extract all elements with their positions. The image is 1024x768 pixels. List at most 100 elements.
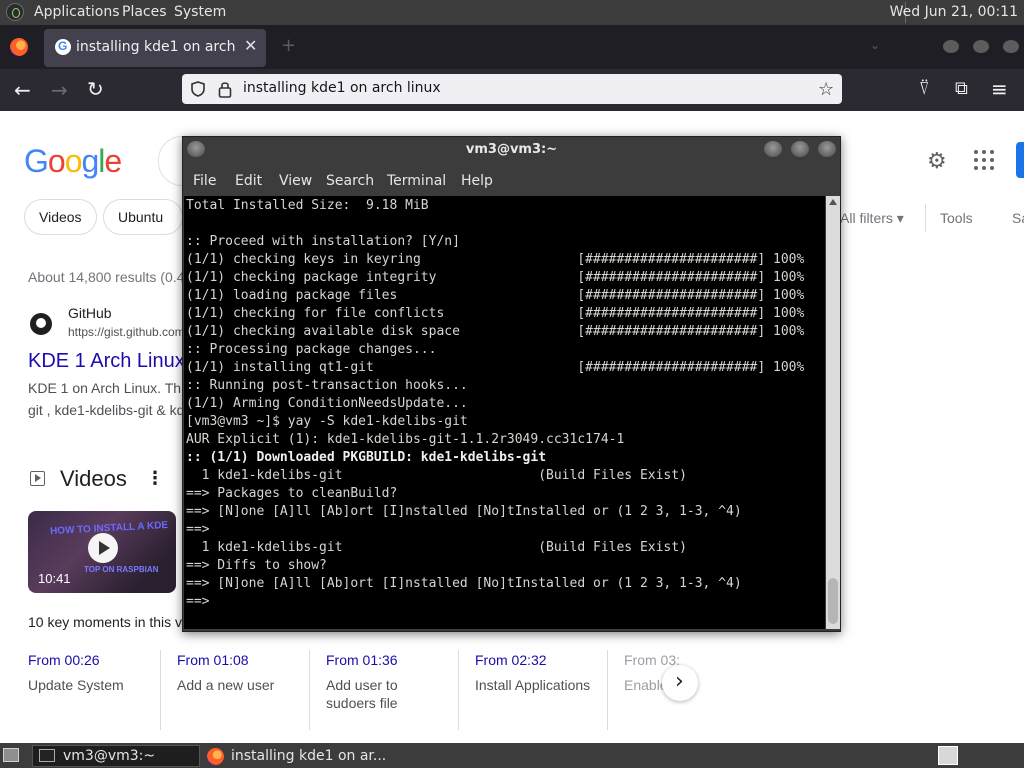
thumbnail-caption: TOP ON RASPBIAN xyxy=(84,565,159,574)
moment-divider xyxy=(458,650,459,730)
sign-in-button[interactable] xyxy=(1016,142,1024,178)
moment-time[interactable]: From 02:32 xyxy=(475,652,547,668)
terminal-line: ==> xyxy=(186,522,210,537)
lock-icon[interactable] xyxy=(218,80,232,98)
terminal-line: [vm3@vm3 ~]$ yay -S kde1-kdelibs-git xyxy=(186,414,468,429)
terminal-line: ==> [N]one [A]ll [Ab]ort [I]nstalled [No… xyxy=(186,576,742,591)
window-close-button[interactable] xyxy=(1003,40,1019,53)
window-maximize-button[interactable] xyxy=(973,40,989,53)
result-snippet: git , kde1-kdelibs-git & kd xyxy=(28,402,185,418)
terminal-line: (1/1) checking package integrity [######… xyxy=(186,270,805,285)
new-tab-button[interactable]: + xyxy=(281,35,296,56)
moment-label[interactable]: Update System xyxy=(28,676,148,694)
forward-button[interactable]: → xyxy=(51,78,68,102)
system-menu[interactable]: System xyxy=(174,4,226,20)
terminal-lines: Total Installed Size: 9.18 MiB :: Procee… xyxy=(186,197,804,611)
terminal-minimize-button[interactable] xyxy=(764,141,782,157)
terminal-menu-file[interactable]: File xyxy=(193,173,216,189)
next-arrow-icon[interactable] xyxy=(662,665,698,701)
google-apps-icon[interactable] xyxy=(973,149,995,171)
moment-time[interactable]: From 01:36 xyxy=(326,652,398,668)
terminal-menu-help[interactable]: Help xyxy=(461,173,493,189)
terminal-output[interactable]: Total Installed Size: 9.18 MiB :: Procee… xyxy=(184,196,825,629)
moment-divider xyxy=(607,650,608,730)
terminal-line: (1/1) checking available disk space [###… xyxy=(186,324,805,339)
terminal-close-button[interactable] xyxy=(818,141,836,157)
key-moments-label: 10 key moments in this v xyxy=(28,614,183,630)
shield-icon[interactable] xyxy=(191,81,205,97)
moment-label[interactable]: Add user to sudoers file xyxy=(326,676,436,712)
pocket-icon[interactable]: ⍢ xyxy=(919,78,930,99)
terminal-line: (1/1) Arming ConditionNeedsUpdate... xyxy=(186,396,468,411)
window-minimize-button[interactable] xyxy=(943,40,959,53)
video-play-icon xyxy=(30,471,45,486)
settings-gear-icon[interactable]: ⚙ xyxy=(927,149,947,174)
result-title-link[interactable]: KDE 1 Arch Linux xyxy=(28,350,185,373)
places-menu[interactable]: Places xyxy=(122,4,167,20)
terminal-menu-search[interactable]: Search xyxy=(326,173,374,189)
terminal-line: 1 kde1-kdelibs-git (Build Files Exist) xyxy=(186,468,687,483)
terminal-line: (1/1) checking keys in keyring [########… xyxy=(186,252,805,267)
terminal-line: (1/1) checking for file conflicts [#####… xyxy=(186,306,805,321)
more-options-icon[interactable]: ⋮ xyxy=(146,468,164,489)
app-menu-icon[interactable]: ≡ xyxy=(991,77,1008,101)
play-button-icon[interactable] xyxy=(88,533,118,563)
github-favicon-icon xyxy=(30,313,52,335)
moment-label[interactable]: Install Applications xyxy=(475,676,605,694)
safesearch-button[interactable]: Sa xyxy=(1012,210,1024,226)
toolbar-divider xyxy=(925,204,926,232)
terminal-scrollbar[interactable] xyxy=(826,196,840,629)
results-stats: About 14,800 results (0.4 xyxy=(28,269,185,285)
tab-title: installing kde1 on arch linux xyxy=(76,39,236,55)
terminal-line: :: Running post-transaction hooks... xyxy=(186,378,468,393)
tab-close-button[interactable]: ✕ xyxy=(244,36,257,55)
terminal-line: ==> Packages to cleanBuild? xyxy=(186,486,398,501)
gnome-foot-icon[interactable] xyxy=(6,3,24,21)
reload-button[interactable]: ↻ xyxy=(87,77,104,101)
chip-videos[interactable]: Videos xyxy=(24,199,97,235)
terminal-line: :: Proceed with installation? [Y/n] xyxy=(186,234,460,249)
terminal-menu-edit[interactable]: Edit xyxy=(235,173,262,189)
terminal-line: ==> [N]one [A]ll [Ab]ort [I]nstalled [No… xyxy=(186,504,742,519)
moment-time[interactable]: From 00:26 xyxy=(28,652,100,668)
logo-letter: g xyxy=(81,143,99,179)
terminal-line: (1/1) installing qt1-git [##############… xyxy=(186,360,805,375)
workspace-switcher[interactable] xyxy=(938,746,958,765)
logo-letter: G xyxy=(24,143,49,179)
chip-ubuntu[interactable]: Ubuntu xyxy=(103,199,183,235)
logo-letter: o xyxy=(64,143,83,179)
firefox-view-icon[interactable] xyxy=(10,38,28,56)
taskbar-item-label[interactable]: installing kde1 on ar... xyxy=(231,748,386,764)
scroll-up-arrow-icon[interactable] xyxy=(829,199,837,205)
panel-clock[interactable]: Wed Jun 21, 00:11 xyxy=(890,4,1018,20)
taskbar-item-label[interactable]: vm3@vm3:~ xyxy=(63,748,155,764)
show-desktop-icon[interactable] xyxy=(3,748,19,762)
moment-label[interactable]: Add a new user xyxy=(177,676,297,694)
terminal-title: vm3@vm3:~ xyxy=(465,142,558,157)
bookmark-star-icon[interactable]: ☆ xyxy=(818,79,834,100)
result-url[interactable]: https://gist.github.com xyxy=(68,325,185,339)
terminal-scrollbar-thumb[interactable] xyxy=(828,578,838,624)
tab-list-chevron-icon[interactable]: ⌄ xyxy=(870,38,880,52)
tools-button[interactable]: Tools xyxy=(940,210,973,226)
terminal-line: :: (1/1) Downloaded PKGBUILD: kde1-kdeli… xyxy=(186,450,547,465)
terminal-line: :: Processing package changes... xyxy=(186,342,437,357)
applications-menu[interactable]: Applications xyxy=(34,4,120,20)
logo-letter: o xyxy=(47,143,66,179)
extensions-icon[interactable]: ⧉ xyxy=(955,78,968,99)
result-snippet: KDE 1 on Arch Linux. Th xyxy=(28,380,182,396)
terminal-menu-terminal[interactable]: Terminal xyxy=(387,173,446,189)
url-text[interactable]: installing kde1 on arch linux xyxy=(243,80,441,96)
google-logo[interactable]: Google xyxy=(24,143,122,180)
terminal-line: ==> Diffs to show? xyxy=(186,558,327,573)
terminal-menu-view[interactable]: View xyxy=(279,173,312,189)
moment-divider xyxy=(160,650,161,730)
moment-time[interactable]: From 01:08 xyxy=(177,652,249,668)
terminal-line: Total Installed Size: 9.18 MiB xyxy=(186,198,429,213)
video-duration: 10:41 xyxy=(38,571,71,586)
all-filters-button[interactable]: All filters ▾ xyxy=(840,210,904,227)
back-button[interactable]: ← xyxy=(14,78,31,102)
result-site-name[interactable]: GitHub xyxy=(68,305,112,321)
terminal-maximize-button[interactable] xyxy=(791,141,809,157)
